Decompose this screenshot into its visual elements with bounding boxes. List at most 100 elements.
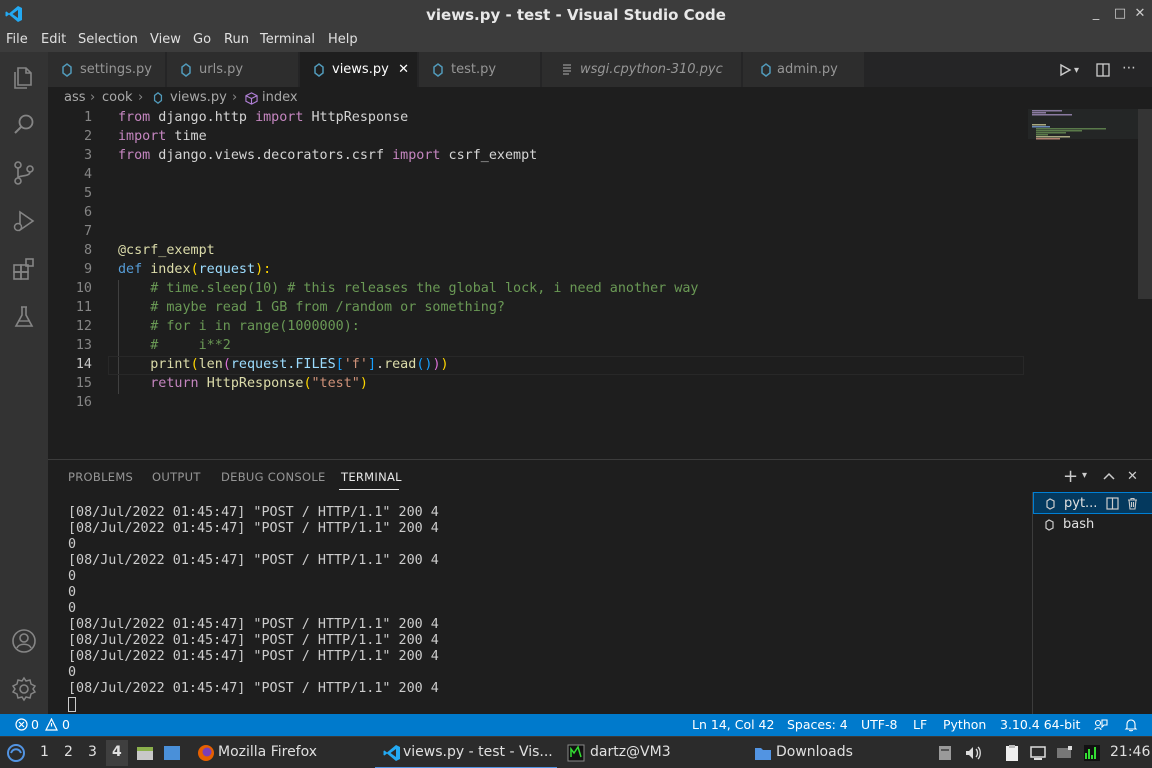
close-panel-icon[interactable]: ✕ — [1127, 469, 1138, 484]
maximize-button[interactable]: □ — [1110, 6, 1130, 21]
error-count[interactable]: 0 — [31, 717, 39, 732]
tab-urls-py[interactable]: urls.py — [167, 52, 299, 87]
taskbar-app-vscode[interactable]: views.py - test - Vis... — [403, 744, 553, 760]
terminal-output[interactable]: [08/Jul/2022 01:45:47] "POST / HTTP/1.1"… — [68, 505, 439, 713]
show-desktop-icon[interactable] — [162, 743, 182, 763]
code-line[interactable]: 5 — [48, 185, 1028, 204]
code-line[interactable]: 16 — [48, 394, 1028, 413]
maximize-panel-icon[interactable] — [1103, 471, 1115, 481]
workspace-1[interactable]: 1 — [40, 744, 49, 760]
code-line[interactable]: 11 # maybe read 1 GB from /random or som… — [48, 299, 1028, 318]
split-terminal-icon[interactable] — [1106, 497, 1119, 510]
screen-icon[interactable] — [1054, 743, 1074, 763]
file-manager-icon[interactable] — [135, 743, 155, 763]
indentation-setting[interactable]: Spaces: 4 — [787, 717, 848, 732]
code-line[interactable]: 4 — [48, 166, 1028, 185]
tab-settings-py[interactable]: settings.py — [48, 52, 166, 87]
code-line[interactable]: 2 import time — [48, 128, 1028, 147]
code-line-current[interactable]: 14 print(len(request.FILES['f'].read())) — [48, 356, 1028, 375]
cursor-position[interactable]: Ln 14, Col 42 — [692, 717, 774, 732]
code-line[interactable]: 9 def index(request): — [48, 261, 1028, 280]
tab-views-py[interactable]: views.py ✕ — [300, 52, 418, 87]
network-icon[interactable] — [1028, 743, 1048, 763]
code-line[interactable]: 8 @csrf_exempt — [48, 242, 1028, 261]
notifications-bell-icon[interactable] — [1124, 718, 1138, 732]
volume-icon[interactable] — [963, 743, 983, 763]
tab-admin-py[interactable]: admin.py — [743, 52, 865, 87]
system-monitor-icon[interactable] — [1082, 743, 1102, 763]
code-text: import time — [118, 129, 207, 144]
breadcrumb-item[interactable]: ass — [64, 90, 86, 105]
code-line[interactable]: 3 from django.views.decorators.csrf impo… — [48, 147, 1028, 166]
code-editor[interactable]: 1 from django.http import HttpResponse 2… — [48, 109, 1152, 459]
workspace-2[interactable]: 2 — [64, 744, 73, 760]
extensions-icon[interactable] — [10, 255, 38, 283]
panel-tab-debug-console[interactable]: DEBUG CONSOLE — [221, 470, 326, 484]
feedback-icon[interactable] — [1094, 718, 1108, 732]
workspace-3[interactable]: 3 — [88, 744, 97, 760]
warning-count[interactable]: 0 — [62, 717, 70, 732]
code-line[interactable]: 1 from django.http import HttpResponse — [48, 109, 1028, 128]
menu-go[interactable]: Go — [193, 32, 211, 47]
breadcrumb-item[interactable]: cook — [102, 90, 133, 105]
taskbar-app-firefox[interactable]: Mozilla Firefox — [218, 744, 317, 760]
error-icon[interactable] — [15, 718, 28, 731]
tab-wsgi-pyc[interactable]: wsgi.cpython-310.pyc — [542, 52, 742, 87]
panel-tab-output[interactable]: OUTPUT — [152, 470, 201, 484]
scrollbar-thumb[interactable] — [1138, 109, 1152, 299]
menu-terminal[interactable]: Terminal — [260, 32, 315, 47]
more-actions-icon[interactable]: ⋯ — [1122, 60, 1136, 76]
close-window-button[interactable]: ✕ — [1130, 6, 1150, 21]
code-line[interactable]: 7 — [48, 223, 1028, 242]
terminal-item-bash[interactable]: bash — [1033, 514, 1152, 536]
new-terminal-plus-icon[interactable]: + — [1063, 466, 1078, 487]
tab-test-py[interactable]: test.py — [419, 52, 541, 87]
code-line[interactable]: 6 — [48, 204, 1028, 223]
code-line[interactable]: 13 # i**2 — [48, 337, 1028, 356]
close-tab-icon[interactable]: ✕ — [398, 62, 409, 77]
terminal-item-python[interactable]: pyt... — [1033, 492, 1152, 514]
menu-selection[interactable]: Selection — [78, 32, 138, 47]
tray-vm-icon[interactable] — [935, 743, 955, 763]
split-editor-icon[interactable] — [1096, 63, 1110, 77]
taskbar-app-terminal[interactable]: dartz@VM3 — [590, 744, 671, 760]
terminal-options-chevron-icon[interactable]: ▾ — [1082, 470, 1087, 481]
source-control-icon[interactable] — [10, 159, 38, 187]
breadcrumb-item[interactable]: views.py — [170, 90, 227, 105]
code-line[interactable]: 10 # time.sleep(10) # this releases the … — [48, 280, 1028, 299]
file-encoding[interactable]: UTF-8 — [861, 717, 897, 732]
menu-edit[interactable]: Edit — [41, 32, 66, 47]
explorer-icon[interactable] — [10, 63, 38, 91]
editor-scrollbar[interactable] — [1138, 109, 1152, 459]
code-line[interactable]: 12 # for i in range(1000000): — [48, 318, 1028, 337]
menu-view[interactable]: View — [150, 32, 181, 47]
language-mode[interactable]: Python — [943, 717, 986, 732]
testing-icon[interactable] — [10, 303, 38, 331]
warning-icon[interactable] — [45, 718, 58, 731]
breadcrumb-item[interactable]: index — [262, 90, 298, 105]
python-interpreter[interactable]: 3.10.4 64-bit — [1000, 717, 1080, 732]
menu-run[interactable]: Run — [224, 32, 249, 47]
run-debug-icon[interactable] — [10, 207, 38, 235]
clipboard-icon[interactable] — [1002, 743, 1022, 763]
settings-gear-icon[interactable] — [10, 675, 38, 703]
minimap[interactable] — [1028, 109, 1138, 459]
terminal-prompt[interactable] — [68, 697, 439, 713]
clock[interactable]: 21:46 — [1110, 744, 1150, 760]
code-line[interactable]: 15 return HttpResponse("test") — [48, 375, 1028, 394]
search-icon[interactable] — [10, 111, 38, 139]
accounts-icon[interactable] — [10, 627, 38, 655]
taskbar-app-downloads[interactable]: Downloads — [776, 744, 853, 760]
workspace-4[interactable]: 4 — [112, 744, 122, 760]
menu-file[interactable]: File — [6, 32, 28, 47]
end-of-line[interactable]: LF — [913, 717, 927, 732]
menu-help[interactable]: Help — [328, 32, 358, 47]
minimize-button[interactable]: _ — [1086, 6, 1106, 21]
run-python-file-icon[interactable] — [1058, 63, 1072, 77]
start-menu-icon[interactable] — [6, 743, 26, 763]
kill-terminal-trash-icon[interactable] — [1126, 497, 1139, 510]
panel-tab-problems[interactable]: PROBLEMS — [68, 470, 133, 484]
run-options-chevron-icon[interactable]: ▾ — [1074, 65, 1079, 76]
panel-tab-terminal[interactable]: TERMINAL — [341, 470, 402, 484]
vscode-taskbar-icon — [383, 745, 400, 761]
